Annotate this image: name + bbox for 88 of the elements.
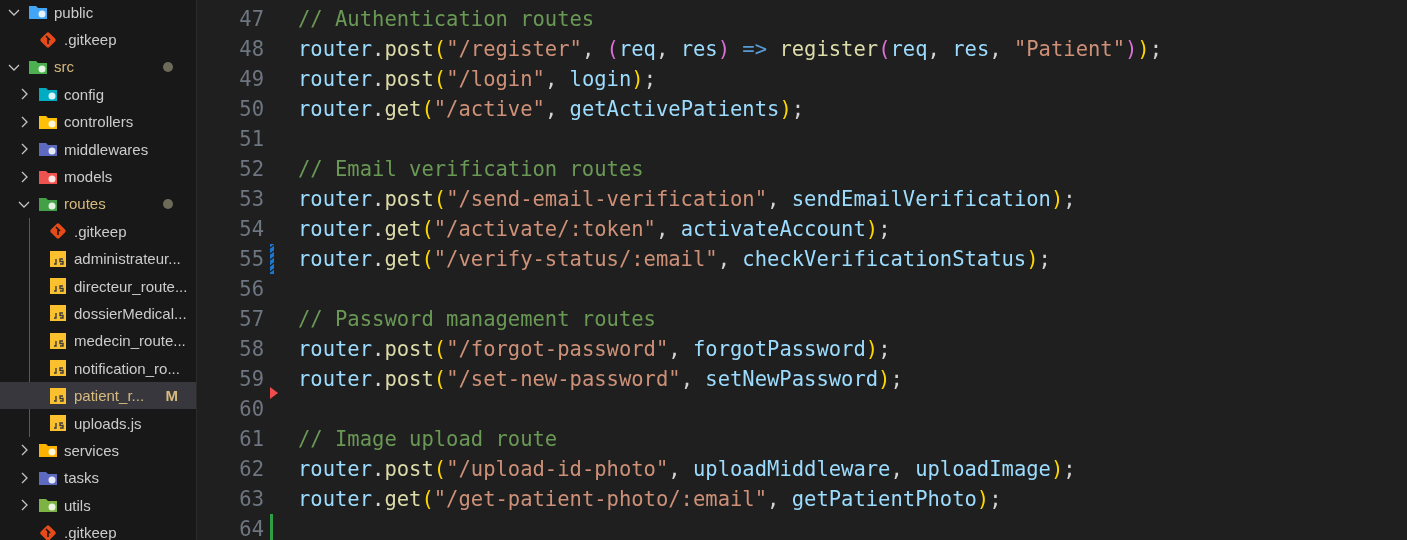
line-number: 54 [238,217,264,241]
line-number: 62 [238,457,264,481]
tree-item[interactable]: config [0,80,196,109]
file-name: config [64,85,105,103]
file-name: utils [64,496,91,514]
tree-item[interactable]: .gitkeep [0,25,196,54]
tree-item[interactable]: services [0,436,196,465]
modified-dot [163,61,173,72]
file-name: public [54,3,94,21]
modified-line-marker [270,244,274,274]
tree-item[interactable]: patient_r... M [0,381,196,410]
js-file-icon [48,414,68,433]
code-line: router.get("/get-patient-photo/:email", getPatientPhoto); [298,487,1002,511]
line-number: 55 [238,247,264,271]
file-name: models [64,168,113,186]
line-number: 53 [238,187,264,211]
line-number: 64 [238,517,264,540]
tree-item[interactable]: administrateur... [0,245,196,273]
code-line: router.get("/verify-status/:email", checkVerificationStatus); [298,247,1051,271]
file-name: patient_r... [74,387,145,405]
code-line: router.post("/send-email-verification", sendEmailVerification); [298,187,1076,211]
code-line: // Email verification routes [298,157,644,181]
file-name: .gitkeep [64,31,117,49]
tree-item[interactable]: tasks [0,464,196,492]
file-name: tasks [64,469,99,487]
code-line: // Password management routes [298,307,656,331]
js-file-icon [48,277,68,296]
tree-item[interactable]: middlewares [0,135,196,163]
line-number: 47 [238,7,264,31]
tree-item[interactable]: public [0,0,196,26]
folder-icon [28,3,48,22]
tree-item[interactable]: uploads.js [0,409,196,437]
code-line: router.get("/active", getActivePatients); [298,97,805,121]
folder-icon [38,496,58,515]
file-name: services [64,441,119,459]
modified-dot [163,198,173,209]
tree-item[interactable]: medecin_route... [0,327,196,355]
file-name: uploads.js [74,414,142,432]
code-line: // Image upload route [298,427,558,451]
tree-item[interactable]: notification_ro... [0,354,196,382]
tree-item[interactable]: directeur_route... [0,272,196,300]
file-name: notification_ro... [74,359,180,377]
line-number: 59 [238,367,264,391]
code-line: router.post("/upload-id-photo", uploadMiddleware, uploadImage); [298,457,1076,481]
js-file-icon [48,386,68,405]
code-line: router.get("/activate/:token", activateAccount); [298,217,891,241]
js-file-icon [48,249,68,268]
code-line: // Authentication routes [298,7,595,31]
line-number: 60 [238,397,264,421]
line-number: 51 [238,127,264,151]
line-number: 58 [238,337,264,361]
file-name: medecin_route... [74,332,186,350]
tree-item[interactable]: dossierMedical... [0,299,196,328]
file-name: controllers [64,113,134,131]
file-name: administrateur... [74,250,181,268]
git-status: M [165,387,178,405]
file-name: .gitkeep [74,222,127,240]
tree-item[interactable]: .gitkeep [0,217,196,245]
line-number: 48 [238,37,264,61]
js-file-icon [48,304,68,323]
file-name: routes [64,195,106,213]
tree-item[interactable]: src [0,53,196,81]
line-number: 57 [238,307,264,331]
code-line: router.post("/register", (req, res) => register(req, res, "Patient")); [298,37,1163,61]
line-number: 61 [238,427,264,451]
file-name: directeur_route... [74,277,188,295]
tree-item[interactable]: utils [0,491,196,519]
line-number: 50 [238,97,264,121]
js-file-icon [48,331,68,350]
folder-icon [38,140,58,159]
code-line: router.post("/set-new-password", setNewPassword); [298,367,903,391]
line-number: 49 [238,67,264,91]
folder-icon [38,441,58,460]
line-number: 63 [238,487,264,511]
tree-item[interactable]: controllers [0,108,196,136]
line-number: 52 [238,157,264,181]
deleted-line-marker [270,387,278,399]
folder-icon [38,85,58,104]
file-name: dossierMedical... [74,305,187,322]
code-line: router.post("/login", login); [298,67,656,91]
tree-item[interactable]: models [0,162,196,191]
code-line: router.post("/forgot-password", forgotPassword); [298,337,891,361]
added-line-marker [270,514,273,540]
tree-item[interactable]: routes [0,190,196,218]
js-file-icon [48,359,68,378]
file-name: middlewares [64,140,149,158]
file-name: src [54,58,74,76]
line-number: 56 [238,277,264,301]
